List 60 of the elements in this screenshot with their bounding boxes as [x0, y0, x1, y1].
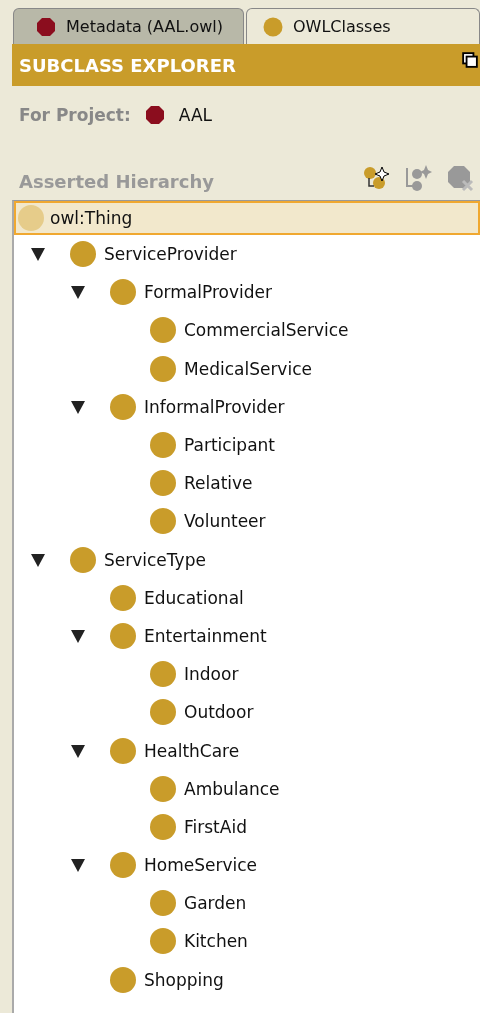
- expand-triangle-icon[interactable]: [70, 857, 86, 874]
- tree-item[interactable]: Indoor: [14, 655, 480, 694]
- tree-item[interactable]: Outdoor: [14, 693, 480, 732]
- tree-item[interactable]: HealthCare: [14, 731, 480, 770]
- class-circle-icon: [150, 470, 176, 497]
- tree-item[interactable]: Entertainment: [14, 616, 480, 656]
- class-circle-icon: [70, 241, 96, 268]
- add-class-icon[interactable]: [362, 164, 390, 192]
- class-circle-icon: [110, 966, 136, 993]
- expand-triangle-icon[interactable]: [70, 742, 86, 759]
- class-circle-icon: [110, 279, 136, 306]
- class-circle-icon: [150, 508, 176, 535]
- class-circle-icon: [150, 355, 176, 382]
- expand-triangle-icon[interactable]: [70, 627, 86, 644]
- tree-item[interactable]: ServiceProvider: [14, 235, 480, 274]
- tree-item[interactable]: Kitchen: [14, 922, 480, 961]
- project-name: AAL: [178, 105, 212, 125]
- tree-item[interactable]: Garden: [14, 884, 480, 923]
- class-circle-icon: [150, 928, 176, 955]
- tree-item[interactable]: Ambulance: [14, 769, 480, 808]
- expand-triangle-icon[interactable]: [70, 398, 86, 415]
- tree-item[interactable]: FirstAid: [14, 807, 480, 846]
- tree-item[interactable]: Relative: [14, 464, 480, 503]
- hierarchy-label: Asserted Hierarchy: [19, 171, 214, 192]
- tree-item[interactable]: ServiceType: [14, 540, 480, 579]
- expand-triangle-icon[interactable]: [70, 284, 86, 301]
- tree-item[interactable]: InformalProvider: [14, 387, 480, 426]
- circle-icon: [263, 16, 283, 37]
- tree-item[interactable]: Volunteer: [14, 502, 480, 541]
- class-circle-icon: [150, 775, 176, 802]
- tree-item[interactable]: Shopping: [14, 960, 480, 999]
- tree-item[interactable]: MedicalService: [14, 349, 480, 388]
- hexagon-icon: [36, 16, 56, 37]
- windows-icon[interactable]: [462, 52, 478, 68]
- class-circle-icon: [110, 852, 136, 879]
- tab[interactable]: OWLClasses: [246, 8, 480, 44]
- class-circle-icon: [150, 890, 176, 917]
- project-label: For Project:: [19, 105, 131, 125]
- tab[interactable]: Metadata (AAL.owl): [13, 8, 244, 44]
- class-circle-icon: [110, 393, 136, 420]
- class-circle-icon: [150, 699, 176, 726]
- class-circle-icon: [150, 432, 176, 459]
- tree-item[interactable]: owl:Thing: [14, 201, 480, 235]
- tree-item[interactable]: CommercialService: [14, 311, 480, 350]
- expand-triangle-icon[interactable]: [30, 551, 46, 568]
- class-circle-icon: [110, 622, 136, 649]
- class-circle-icon: [110, 737, 136, 764]
- tree-item[interactable]: FormalProvider: [14, 273, 480, 312]
- tree-item[interactable]: Participant: [14, 425, 480, 465]
- panel-title: SUBCLASS EXPLORER: [19, 54, 236, 76]
- class-circle-icon: [150, 661, 176, 688]
- tree-item[interactable]: Educational: [14, 578, 480, 617]
- expand-triangle-icon[interactable]: [30, 246, 46, 263]
- hexagon-icon: [144, 105, 165, 125]
- class-circle-icon: [70, 546, 96, 573]
- class-circle-icon: [150, 813, 176, 840]
- class-circle-icon: [150, 317, 176, 344]
- tree-item[interactable]: HomeService: [14, 846, 480, 885]
- class-circle-icon: [110, 584, 136, 611]
- class-circle-icon: [18, 205, 44, 231]
